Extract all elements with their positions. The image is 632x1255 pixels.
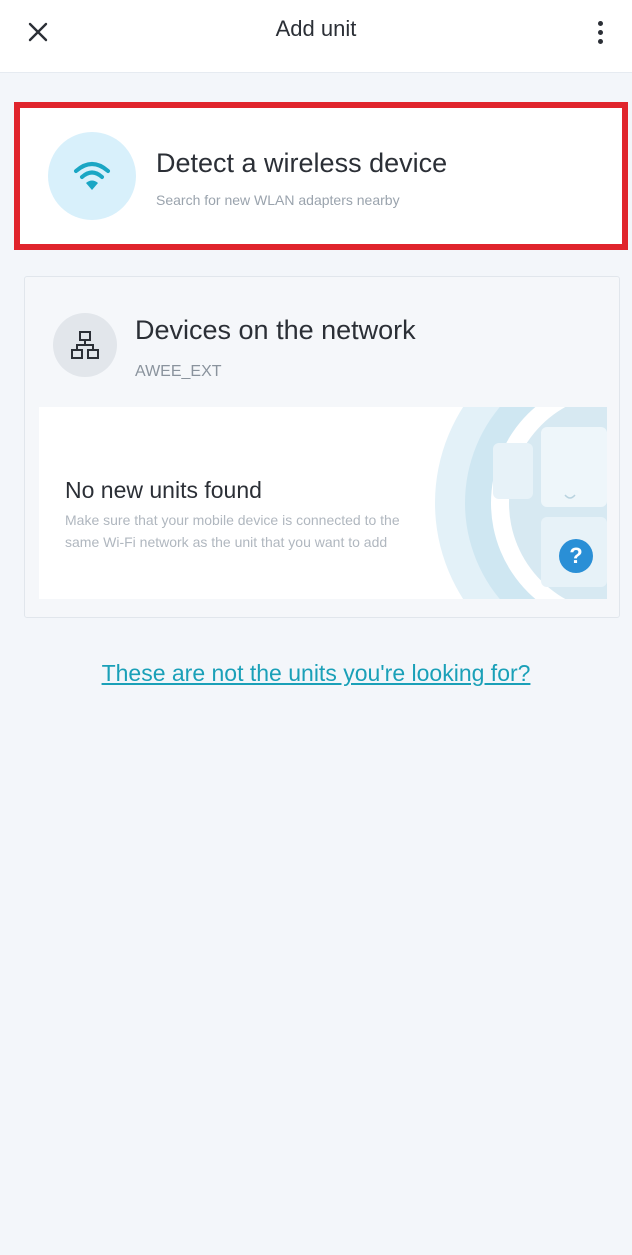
detect-card-title: Detect a wireless device	[156, 148, 448, 178]
page-title: Add unit	[275, 16, 357, 41]
app-screen: Add unit Detect a wireless device Search…	[0, 0, 632, 1255]
detect-card-subtitle: Search for new WLAN adapters nearby	[156, 192, 400, 208]
top-app-bar: Add unit	[0, 0, 632, 73]
help-button[interactable]: ?	[559, 539, 593, 573]
wifi-icon-badge	[48, 132, 136, 220]
network-name: AWEE_EXT	[135, 363, 222, 380]
not-the-units-link[interactable]: These are not the units you're looking f…	[0, 660, 632, 687]
detect-wireless-device-card[interactable]: Detect a wireless device Search for new …	[14, 102, 628, 250]
empty-state-panel: No new units found Make sure that your m…	[39, 407, 607, 599]
network-topology-icon	[71, 331, 99, 359]
more-options-button[interactable]	[580, 12, 620, 52]
more-vertical-icon	[597, 20, 603, 44]
network-card-title: Devices on the network	[135, 315, 416, 345]
empty-state-description: Make sure that your mobile device is con…	[65, 512, 400, 550]
devices-on-network-card: Devices on the network AWEE_EXT No new u…	[24, 276, 620, 618]
empty-state-title: No new units found	[65, 477, 262, 503]
wifi-icon	[74, 162, 110, 190]
network-icon-badge	[53, 313, 117, 377]
